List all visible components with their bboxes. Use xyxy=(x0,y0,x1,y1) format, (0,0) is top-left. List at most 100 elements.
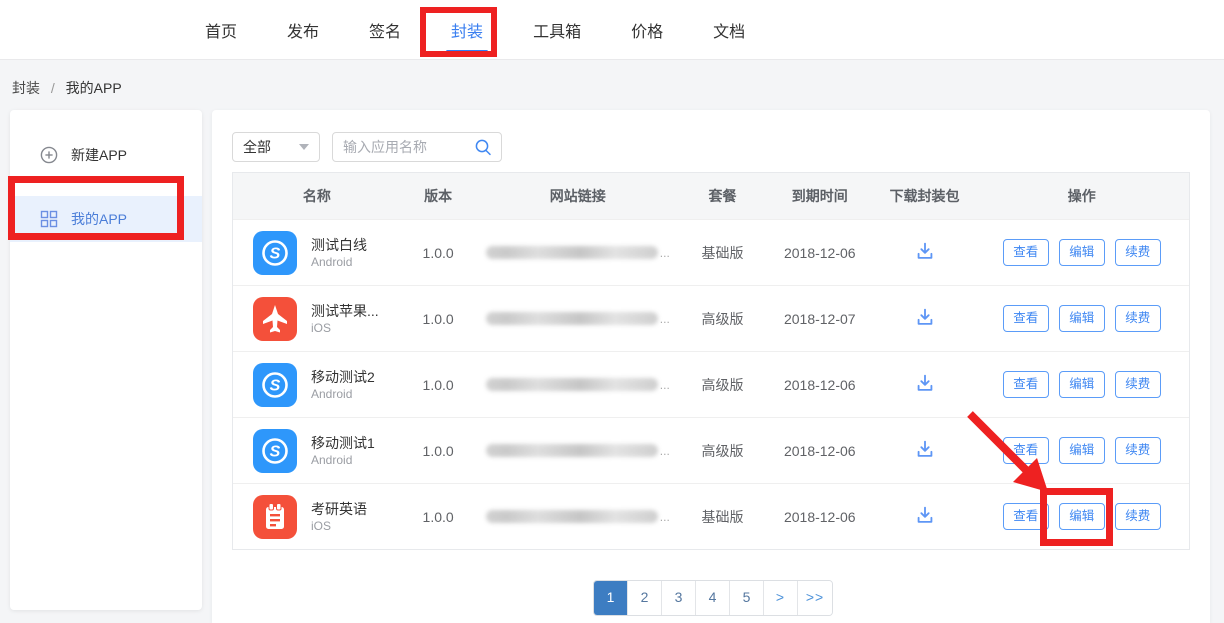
category-select[interactable]: 全部 xyxy=(232,132,320,162)
svg-text:S: S xyxy=(270,245,281,262)
app-platform: Android xyxy=(311,452,375,468)
column-header: 下载封装包 xyxy=(875,186,975,206)
download-icon[interactable] xyxy=(914,504,936,526)
website-link-cell: ... xyxy=(476,246,681,260)
actions-cell: 查看编辑续费 xyxy=(974,239,1189,266)
plus-circle-icon xyxy=(40,146,58,164)
download-icon[interactable] xyxy=(914,372,936,394)
app-platform: Android xyxy=(311,386,375,402)
nav-menu: 首页 发布 签名 封装 工具箱 价格 文档 xyxy=(205,0,745,60)
expiry-date: 2018-12-07 xyxy=(765,311,875,327)
top-navigation-bar: 首页 发布 签名 封装 工具箱 价格 文档 xyxy=(0,0,1224,60)
page-button-1[interactable]: 1 xyxy=(594,581,628,615)
view-button[interactable]: 查看 xyxy=(1003,239,1049,266)
renew-button[interactable]: 续费 xyxy=(1115,437,1161,464)
app-name-cell: S 移动测试1Android xyxy=(233,429,401,473)
nav-tab-封装[interactable]: 封装 xyxy=(451,18,483,42)
actions-cell: 查看编辑续费 xyxy=(974,503,1189,530)
view-button[interactable]: 查看 xyxy=(1003,503,1049,530)
app-name-block: 测试白线Android xyxy=(311,236,367,270)
sidebar-item-my-app[interactable]: 我的APP xyxy=(10,196,202,242)
column-header: 版本 xyxy=(401,186,476,206)
expiry-date: 2018-12-06 xyxy=(765,377,875,393)
actions-cell: 查看编辑续费 xyxy=(974,371,1189,398)
plan-badge: 高级版 xyxy=(680,309,765,329)
app-name: 测试白线 xyxy=(311,236,367,254)
breadcrumb-section[interactable]: 封装 xyxy=(12,80,40,96)
blurred-link xyxy=(486,312,658,325)
app-platform: iOS xyxy=(311,320,379,336)
column-header: 操作 xyxy=(974,186,1189,206)
app-name-cell: 考研英语iOS xyxy=(233,495,401,539)
search-input[interactable] xyxy=(343,139,473,155)
view-button[interactable]: 查看 xyxy=(1003,305,1049,332)
edit-button[interactable]: 编辑 xyxy=(1059,503,1105,530)
search-icon[interactable] xyxy=(473,137,493,157)
download-cell xyxy=(875,372,975,397)
link-ellipsis: ... xyxy=(660,510,670,524)
app-name: 移动测试1 xyxy=(311,434,375,452)
app-name: 移动测试2 xyxy=(311,368,375,386)
renew-button[interactable]: 续费 xyxy=(1115,239,1161,266)
sidebar: 新建APP 我的APP xyxy=(10,110,202,610)
renew-button[interactable]: 续费 xyxy=(1115,503,1161,530)
blurred-link xyxy=(486,444,658,457)
column-header: 名称 xyxy=(233,186,401,206)
app-name-block: 考研英语iOS xyxy=(311,500,367,534)
page-button-3[interactable]: 3 xyxy=(662,581,696,615)
renew-button[interactable]: 续费 xyxy=(1115,305,1161,332)
next-page-button[interactable]: > xyxy=(764,581,798,615)
nav-tab-价格[interactable]: 价格 xyxy=(631,18,663,42)
view-button[interactable]: 查看 xyxy=(1003,371,1049,398)
svg-text:S: S xyxy=(270,443,281,460)
download-icon[interactable] xyxy=(914,240,936,262)
website-link-cell: ... xyxy=(476,378,681,392)
page-button-4[interactable]: 4 xyxy=(696,581,730,615)
nav-tab-签名[interactable]: 签名 xyxy=(369,18,401,42)
download-icon[interactable] xyxy=(914,438,936,460)
column-header: 到期时间 xyxy=(765,186,875,206)
blurred-link xyxy=(486,246,658,259)
table-header-row: 名称版本网站链接套餐到期时间下载封装包操作 xyxy=(233,173,1189,219)
page-button-2[interactable]: 2 xyxy=(628,581,662,615)
nav-tab-文档[interactable]: 文档 xyxy=(713,18,745,42)
table-row: S移动测试1Android1.0.0...高级版2018-12-06查看编辑续费 xyxy=(233,417,1189,483)
page-button-5[interactable]: 5 xyxy=(730,581,764,615)
website-link-cell: ... xyxy=(476,510,681,524)
edit-button[interactable]: 编辑 xyxy=(1059,371,1105,398)
renew-button[interactable]: 续费 xyxy=(1115,371,1161,398)
sidebar-item-label: 我的APP xyxy=(71,209,127,229)
nav-tab-工具箱[interactable]: 工具箱 xyxy=(533,18,581,42)
breadcrumb-separator: / xyxy=(51,80,55,96)
s-logo-icon: S xyxy=(253,231,297,275)
blurred-link xyxy=(486,510,658,523)
nav-tab-首页[interactable]: 首页 xyxy=(205,18,237,42)
download-cell xyxy=(875,438,975,463)
app-version: 1.0.0 xyxy=(401,245,476,261)
last-page-button[interactable]: >> xyxy=(798,581,832,615)
table-row: S移动测试2Android1.0.0...高级版2018-12-06查看编辑续费 xyxy=(233,351,1189,417)
app-version: 1.0.0 xyxy=(401,443,476,459)
edit-button[interactable]: 编辑 xyxy=(1059,239,1105,266)
nav-tab-发布[interactable]: 发布 xyxy=(287,18,319,42)
table-row: S测试白线Android1.0.0...基础版2018-12-06查看编辑续费 xyxy=(233,219,1189,285)
sidebar-item-new-app[interactable]: 新建APP xyxy=(10,132,202,178)
edit-button[interactable]: 编辑 xyxy=(1059,437,1105,464)
edit-button[interactable]: 编辑 xyxy=(1059,305,1105,332)
search-box xyxy=(332,132,502,162)
app-platform: iOS xyxy=(311,518,367,534)
svg-text:S: S xyxy=(270,377,281,394)
website-link-cell: ... xyxy=(476,312,681,326)
view-button[interactable]: 查看 xyxy=(1003,437,1049,464)
main-content: 全部 名称版本网站链接套餐到期时间下载封装包操作 S测试白线Android1.0… xyxy=(212,110,1210,623)
expiry-date: 2018-12-06 xyxy=(765,509,875,525)
expiry-date: 2018-12-06 xyxy=(765,443,875,459)
table-row: 测试苹果...iOS1.0.0...高级版2018-12-07查看编辑续费 xyxy=(233,285,1189,351)
breadcrumb-current: 我的APP xyxy=(66,80,122,96)
actions-cell: 查看编辑续费 xyxy=(974,437,1189,464)
link-ellipsis: ... xyxy=(660,246,670,260)
notebook-icon xyxy=(253,495,297,539)
download-icon[interactable] xyxy=(914,306,936,328)
app-name-cell: S 测试白线Android xyxy=(233,231,401,275)
table-body: S测试白线Android1.0.0...基础版2018-12-06查看编辑续费测… xyxy=(233,219,1189,549)
